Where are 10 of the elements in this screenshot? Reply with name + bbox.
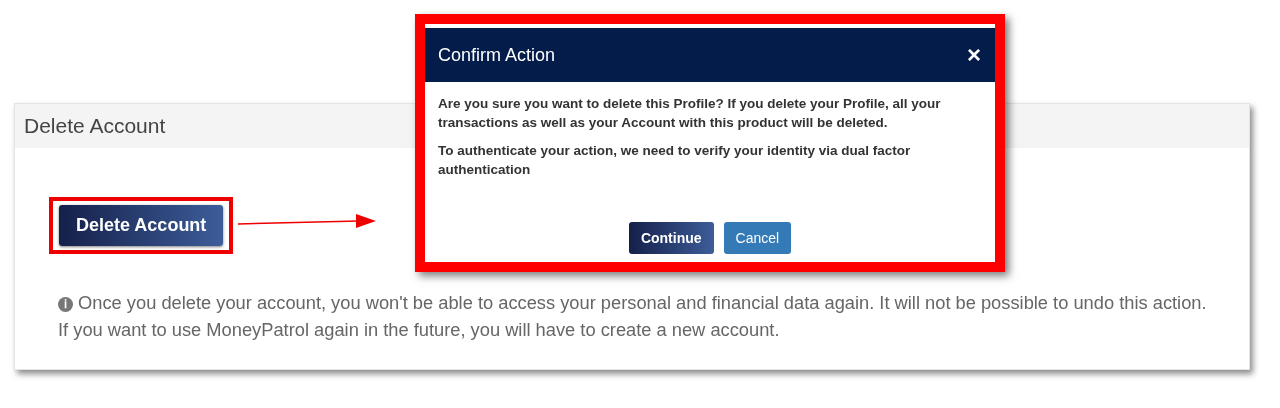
cancel-button[interactable]: Cancel: [723, 222, 792, 254]
close-button[interactable]: ×: [963, 43, 985, 67]
dialog-message: To authenticate your action, we need to verify your identity via dual factor authentication: [438, 142, 912, 179]
info-text: ℹ Once you delete your account, you won't be able to access your personal and financial data again. It will not be possible to undo this action. If you want to use MoneyPatrol again in the future, you will have to create a new account.: [58, 291, 1208, 342]
continue-button[interactable]: Continue: [628, 222, 714, 254]
info-icon: ℹ: [58, 297, 73, 312]
delete-account-button[interactable]: Delete Account: [59, 205, 224, 246]
dialog-message: Are you sure you want to delete this Profile? If you delete your Profile, all your transactions as well as your Account with this product will be deleted.: [438, 95, 942, 132]
dialog-title: Confirm Action: [438, 44, 556, 66]
card-title: Delete Account: [24, 114, 166, 138]
